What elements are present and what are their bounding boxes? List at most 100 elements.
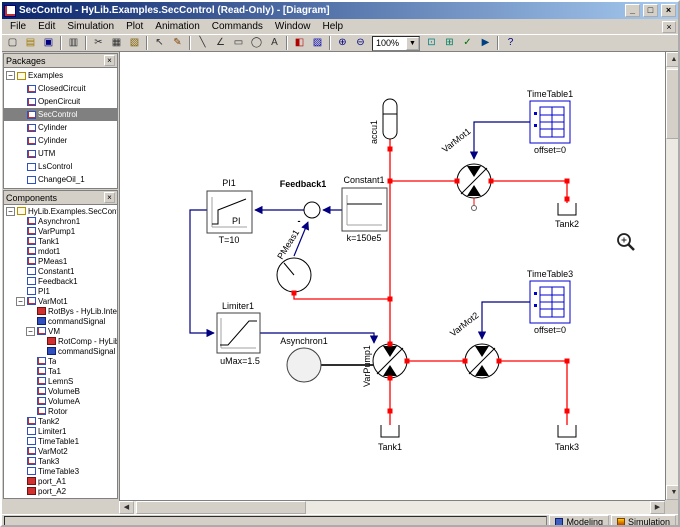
component-item-varmot1[interactable]: −VarMot1 — [4, 296, 117, 306]
new-icon[interactable]: ▢ — [4, 35, 21, 51]
component-item-volumea[interactable]: VolumeA — [4, 396, 117, 406]
varmot1-symbol[interactable]: VarMot1 — [440, 126, 491, 210]
menu-file[interactable]: File — [4, 20, 32, 33]
component-item-commandsignal[interactable]: commandSignal — [4, 316, 117, 326]
feedback1-symbol[interactable]: Feedback1 - — [280, 179, 327, 226]
line-color-icon[interactable]: ▨ — [309, 35, 326, 51]
collapse-icon[interactable]: − — [6, 207, 15, 216]
pencil-icon[interactable]: ✎ — [169, 35, 186, 51]
component-item-rotor[interactable]: Rotor — [4, 406, 117, 416]
package-item-closedcircuit[interactable]: ClosedCircuit — [4, 82, 117, 95]
diagram-canvas[interactable]: accu1 TimeTable1 offset=0 — [119, 52, 665, 500]
component-item-tank1[interactable]: Tank1 — [4, 236, 117, 246]
package-item-examples[interactable]: −Examples — [4, 69, 117, 82]
open-icon[interactable]: ▤ — [22, 35, 39, 51]
copy-icon[interactable]: ▦ — [108, 35, 125, 51]
component-item-varpump1[interactable]: VarPump1 — [4, 226, 117, 236]
scroll-left-icon[interactable]: ◀ — [119, 501, 134, 514]
packages-close-icon[interactable]: × — [104, 55, 115, 66]
asynchron1-symbol[interactable]: Asynchron1 — [280, 336, 373, 382]
component-item-pmeas1[interactable]: PMeas1 — [4, 256, 117, 266]
component-item-commandsignal[interactable]: commandSignal — [4, 346, 117, 356]
collapse-icon[interactable]: − — [6, 71, 15, 80]
tank3-symbol[interactable]: Tank3 — [555, 425, 579, 452]
ellipse-icon[interactable]: ◯ — [248, 35, 265, 51]
zoom-in-icon[interactable]: ⊕ — [334, 35, 351, 51]
component-item-rotcomp-hylib-interf[interactable]: RotComp - HyLib.Interf — [4, 336, 117, 346]
component-item-vm[interactable]: −VM — [4, 326, 117, 336]
menu-help[interactable]: Help — [316, 20, 349, 33]
scroll-down-icon[interactable]: ▼ — [666, 485, 680, 500]
mdi-close-button[interactable]: × — [662, 21, 676, 33]
component-item-rotbys-hylib-interfaces[interactable]: RotBys - HyLib.Interfaces — [4, 306, 117, 316]
close-button[interactable]: × — [661, 4, 676, 17]
menu-commands[interactable]: Commands — [206, 20, 269, 33]
component-item-port-a1[interactable]: port_A1 — [4, 476, 117, 486]
limiter1-block[interactable]: Limiter1 uMax=1.5 — [217, 301, 260, 366]
pi1-block[interactable]: PI PI1 T=10 — [207, 178, 252, 245]
component-item-timetable1[interactable]: TimeTable1 — [4, 436, 117, 446]
tank2-symbol[interactable]: Tank2 — [555, 203, 579, 229]
print-icon[interactable]: ▥ — [65, 35, 82, 51]
fit-window-icon[interactable]: ⊡ — [423, 35, 440, 51]
component-item-hylib-examples-seccontrol[interactable]: −HyLib.Examples.SecControl — [4, 206, 117, 216]
save-icon[interactable]: ▣ — [40, 35, 57, 51]
text-icon[interactable]: A — [266, 35, 283, 51]
package-item-changeoil-1[interactable]: ChangeOil_1 — [4, 173, 117, 186]
help-icon[interactable]: ? — [502, 35, 519, 51]
minimize-button[interactable]: _ — [625, 4, 640, 17]
package-item-opencircuit[interactable]: OpenCircuit — [4, 95, 117, 108]
component-item-mdot1[interactable]: mdot1 — [4, 246, 117, 256]
paste-icon[interactable]: ▧ — [126, 35, 143, 51]
rect-icon[interactable]: ▭ — [230, 35, 247, 51]
hydraulic-lines[interactable] — [294, 139, 567, 425]
zoom-out-icon[interactable]: ⊖ — [352, 35, 369, 51]
component-item-timetable3[interactable]: TimeTable3 — [4, 466, 117, 476]
maximize-button[interactable]: □ — [643, 4, 658, 17]
component-item-volumeb[interactable]: VolumeB — [4, 386, 117, 396]
component-item-varmot2[interactable]: VarMot2 — [4, 446, 117, 456]
grid-icon[interactable]: ⊞ — [441, 35, 458, 51]
varmot2-symbol[interactable]: VarMot2 — [448, 310, 499, 378]
cut-icon[interactable]: ✂ — [90, 35, 107, 51]
polyline-icon[interactable]: ∠ — [212, 35, 229, 51]
timetable3-block[interactable]: TimeTable3 offset=0 — [527, 269, 573, 335]
scroll-up-icon[interactable]: ▲ — [666, 52, 680, 67]
simulation-tab[interactable]: Simulation — [611, 515, 676, 527]
menu-simulation[interactable]: Simulation — [61, 20, 120, 33]
accumulator-symbol[interactable]: accu1 — [369, 99, 397, 144]
component-item-port-a2[interactable]: port_A2 — [4, 486, 117, 496]
package-item-lscontrol[interactable]: LsControl — [4, 160, 117, 173]
components-close-icon[interactable]: × — [104, 192, 115, 203]
tank1-symbol[interactable]: Tank1 — [378, 425, 402, 452]
horizontal-scroll-thumb[interactable] — [136, 501, 306, 514]
menu-edit[interactable]: Edit — [32, 20, 61, 33]
component-item-constant1[interactable]: Constant1 — [4, 266, 117, 276]
menu-plot[interactable]: Plot — [120, 20, 149, 33]
varpump1-symbol[interactable]: VarPump1 — [362, 344, 407, 387]
component-item-feedback1[interactable]: Feedback1 — [4, 276, 117, 286]
scroll-right-icon[interactable]: ▶ — [650, 501, 665, 514]
run-icon[interactable]: ▶ — [477, 35, 494, 51]
collapse-icon[interactable]: − — [26, 327, 35, 336]
component-item-lemns[interactable]: LemnS — [4, 376, 117, 386]
menu-window[interactable]: Window — [269, 20, 317, 33]
package-item-cylinder[interactable]: Cylinder — [4, 134, 117, 147]
modeling-tab[interactable]: Modeling — [549, 515, 609, 527]
horizontal-scrollbar[interactable]: ◀ ▶ — [119, 500, 665, 514]
check-model-icon[interactable]: ✓ — [459, 35, 476, 51]
line-icon[interactable]: ╲ — [194, 35, 211, 51]
pointer-icon[interactable]: ↖ — [151, 35, 168, 51]
component-item-limiter1[interactable]: Limiter1 — [4, 426, 117, 436]
component-item-ta1[interactable]: Ta1 — [4, 366, 117, 376]
chevron-down-icon[interactable]: ▼ — [406, 37, 419, 50]
package-item-cylinder[interactable]: Cylinder — [4, 121, 117, 134]
package-item-utm[interactable]: UTM — [4, 147, 117, 160]
constant1-block[interactable]: Constant1 k=150e5 — [342, 175, 387, 243]
component-item-tank2[interactable]: Tank2 — [4, 416, 117, 426]
collapse-icon[interactable]: − — [16, 297, 25, 306]
component-item-tank3[interactable]: Tank3 — [4, 456, 117, 466]
component-item-asynchron1[interactable]: Asynchron1 — [4, 216, 117, 226]
component-item-pi1[interactable]: PI1 — [4, 286, 117, 296]
pmeas1-symbol[interactable]: PMeas1 — [275, 228, 311, 292]
